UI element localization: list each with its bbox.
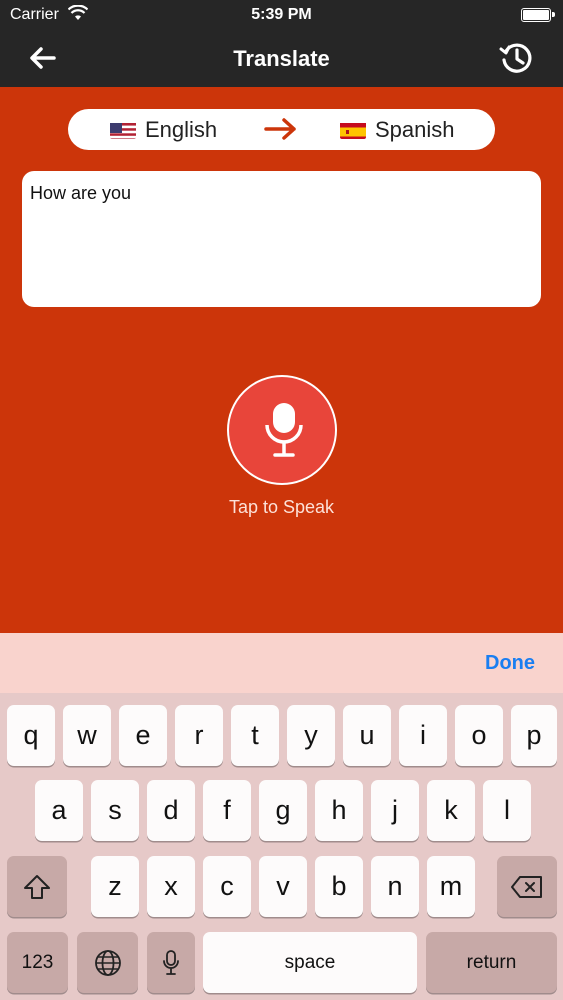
key-f[interactable]: f	[203, 780, 251, 841]
key-u[interactable]: u	[343, 705, 391, 766]
key-n[interactable]: n	[371, 856, 419, 917]
key-g[interactable]: g	[259, 780, 307, 841]
language-selector: English Spanish	[68, 109, 495, 150]
key-w[interactable]: w	[63, 705, 111, 766]
source-language-button[interactable]: English	[110, 117, 217, 143]
microphone-icon	[265, 403, 303, 457]
key-a[interactable]: a	[35, 780, 83, 841]
history-icon	[499, 43, 532, 73]
shift-key[interactable]	[7, 856, 67, 917]
key-j[interactable]: j	[371, 780, 419, 841]
space-key[interactable]: space	[203, 932, 417, 993]
numbers-key[interactable]: 123	[7, 932, 68, 993]
keyboard-toolbar: Done	[0, 633, 563, 693]
status-bar: Carrier 5:39 PM	[0, 0, 563, 30]
key-b[interactable]: b	[315, 856, 363, 917]
clock: 5:39 PM	[251, 6, 312, 23]
translation-input[interactable]: How are you	[22, 171, 541, 307]
spain-flag-icon	[340, 121, 366, 139]
battery-icon	[521, 8, 555, 22]
source-language-label: English	[145, 117, 218, 142]
key-r[interactable]: r	[175, 705, 223, 766]
shift-icon	[24, 874, 50, 899]
done-button[interactable]: Done	[485, 652, 535, 675]
globe-icon	[94, 949, 121, 976]
key-o[interactable]: o	[455, 705, 503, 766]
speak-button[interactable]	[227, 375, 337, 485]
backspace-icon	[511, 875, 542, 898]
swap-languages-button[interactable]	[264, 117, 298, 141]
key-h[interactable]: h	[315, 780, 363, 841]
arrow-right-icon	[264, 118, 296, 140]
tap-to-speak-label: Tap to Speak	[228, 497, 335, 517]
key-z[interactable]: z	[91, 856, 139, 917]
key-d[interactable]: d	[147, 780, 195, 841]
key-s[interactable]: s	[91, 780, 139, 841]
key-p[interactable]: p	[511, 705, 557, 766]
key-y[interactable]: y	[287, 705, 335, 766]
target-language-label: Spanish	[375, 117, 455, 142]
return-key[interactable]: return	[426, 932, 557, 993]
target-language-button[interactable]: Spanish	[340, 117, 455, 143]
globe-key[interactable]	[77, 932, 138, 993]
nav-bar: Translate	[0, 30, 563, 87]
key-v[interactable]: v	[259, 856, 307, 917]
key-c[interactable]: c	[203, 856, 251, 917]
delete-key[interactable]	[497, 856, 557, 917]
key-e[interactable]: e	[119, 705, 167, 766]
us-flag-icon	[110, 121, 136, 139]
dictation-key[interactable]	[147, 932, 195, 993]
key-x[interactable]: x	[147, 856, 195, 917]
key-t[interactable]: t	[231, 705, 279, 766]
key-l[interactable]: l	[483, 780, 531, 841]
key-k[interactable]: k	[427, 780, 475, 841]
microphone-icon	[163, 949, 179, 975]
key-m[interactable]: m	[427, 856, 475, 917]
history-button[interactable]	[499, 40, 535, 76]
keyboard: q w e r t y u i o p a s d f g h j k l z …	[0, 693, 563, 1000]
key-q[interactable]: q	[7, 705, 55, 766]
page-title: Translate	[233, 46, 330, 71]
key-i[interactable]: i	[399, 705, 447, 766]
